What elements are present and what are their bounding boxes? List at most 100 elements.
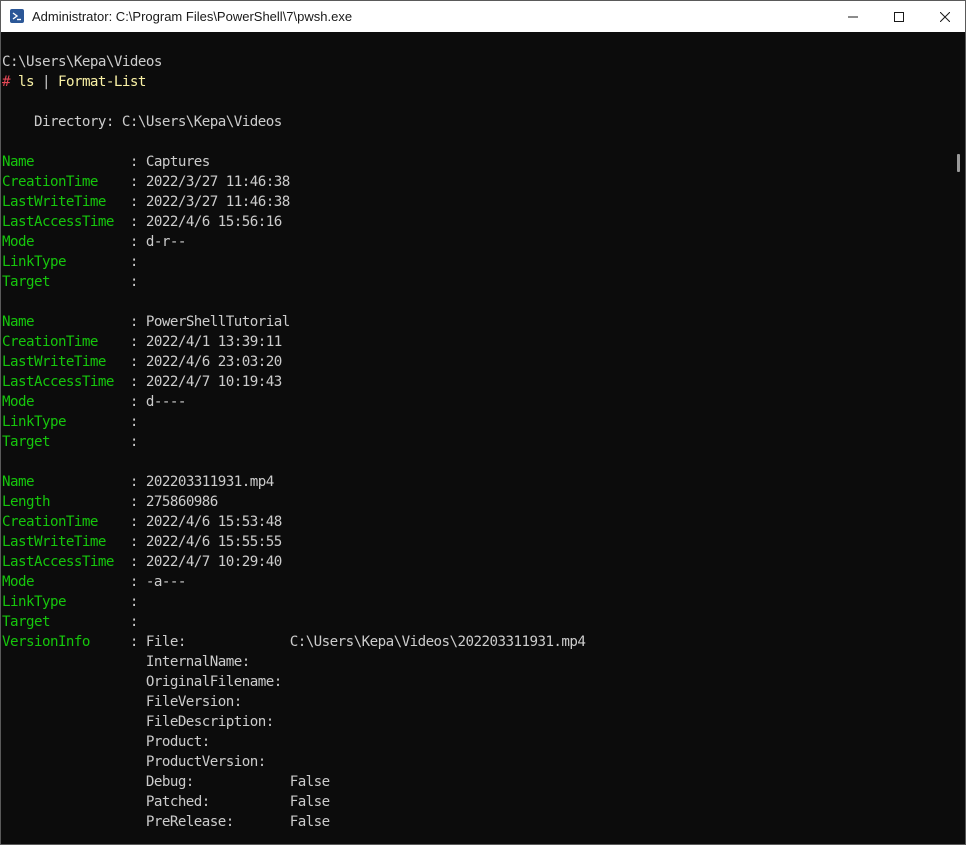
version-info-line: ProductVersion:: [2, 754, 266, 770]
property-separator: :: [121, 434, 146, 450]
terminal-line: LastAccessTime : 2022/4/7 10:29:40: [2, 552, 282, 572]
property-value: 2022/4/6 15:55:55: [145, 534, 282, 550]
property-key: LastAccessTime: [2, 554, 122, 570]
property-value: 2022/4/1 13:39:11: [145, 334, 282, 350]
version-info-line: File: C:\Users\Kepa\Videos\202203311931.…: [145, 634, 586, 650]
version-info-line: FileDescription:: [2, 714, 274, 730]
title-bar[interactable]: Administrator: C:\Program Files\PowerShe…: [1, 1, 965, 32]
terminal-line: Mode : -a---: [2, 572, 186, 592]
property-separator: :: [121, 414, 146, 430]
close-icon: [940, 11, 950, 22]
property-key: Name: [2, 154, 122, 170]
property-separator: :: [121, 354, 146, 370]
property-separator: :: [121, 314, 146, 330]
terminal-line: Name : PowerShellTutorial: [2, 312, 290, 332]
maximize-button[interactable]: [876, 1, 922, 32]
property-key: LinkType: [2, 594, 122, 610]
property-value: Captures: [145, 154, 210, 170]
version-info-line: Patched: False: [2, 794, 330, 810]
terminal-line: Name : Captures: [2, 152, 210, 172]
property-key: Target: [2, 274, 122, 290]
property-separator: :: [121, 574, 146, 590]
version-info-line: Debug: False: [2, 774, 330, 790]
terminal-line: FileDescription:: [2, 712, 274, 732]
terminal-line: InternalName:: [2, 652, 250, 672]
property-key: CreationTime: [2, 514, 122, 530]
scrollbar-thumb[interactable]: [957, 154, 960, 172]
property-value: 2022/4/6 15:53:48: [145, 514, 282, 530]
vertical-scrollbar[interactable]: [953, 32, 965, 844]
property-separator: :: [121, 634, 146, 650]
property-key: LastWriteTime: [2, 354, 122, 370]
terminal-line: C:\Users\Kepa\Videos: [2, 52, 162, 72]
property-separator: :: [121, 594, 146, 610]
terminal-line: LastAccessTime : 2022/4/6 15:56:16: [2, 212, 282, 232]
property-value: 2022/4/6 15:56:16: [145, 214, 282, 230]
minimize-button[interactable]: [830, 1, 876, 32]
terminal-line: PreRelease: False: [2, 812, 330, 832]
property-separator: :: [121, 254, 146, 270]
property-key: LinkType: [2, 254, 122, 270]
property-key: CreationTime: [2, 174, 122, 190]
property-key: LinkType: [2, 414, 122, 430]
version-info-line: FileVersion:: [2, 694, 242, 710]
property-separator: :: [121, 214, 146, 230]
property-separator: :: [121, 274, 146, 290]
maximize-icon: [894, 11, 904, 22]
property-key: Mode: [2, 234, 122, 250]
prompt-path: C:\Users\Kepa\Videos: [2, 54, 162, 70]
property-key: Mode: [2, 574, 122, 590]
property-key: LastAccessTime: [2, 214, 122, 230]
terminal-line: Patched: False: [2, 792, 330, 812]
terminal-line: Product:: [2, 732, 211, 752]
property-separator: :: [121, 534, 146, 550]
prompt-symbol: #: [2, 74, 11, 90]
property-key: LastWriteTime: [2, 194, 122, 210]
terminal-line: LinkType :: [2, 592, 146, 612]
terminal-line: LastAccessTime : 2022/4/7 10:19:43: [2, 372, 282, 392]
pipe-operator: |: [33, 74, 58, 90]
property-key: CreationTime: [2, 334, 122, 350]
terminal-line: LastWriteTime : 2022/3/27 11:46:38: [2, 192, 290, 212]
property-separator: :: [121, 234, 146, 250]
directory-header: Directory: C:\Users\Kepa\Videos: [2, 114, 282, 130]
property-separator: :: [121, 374, 146, 390]
terminal-line: OriginalFilename:: [2, 672, 282, 692]
property-separator: :: [121, 614, 146, 630]
terminal-line: LastWriteTime : 2022/4/6 23:03:20: [2, 352, 282, 372]
terminal-line: Length : 275860986: [2, 492, 218, 512]
window-title: Administrator: C:\Program Files\PowerShe…: [32, 9, 353, 24]
property-key: Name: [2, 474, 122, 490]
property-separator: :: [121, 334, 146, 350]
minimize-icon: [848, 16, 858, 17]
property-separator: :: [121, 394, 146, 410]
terminal-line: CreationTime : 2022/3/27 11:46:38: [2, 172, 290, 192]
terminal-line: FileVersion:: [2, 692, 242, 712]
terminal-line: LinkType :: [2, 412, 146, 432]
property-separator: :: [121, 474, 146, 490]
terminal-line: LastWriteTime : 2022/4/6 15:55:55: [2, 532, 282, 552]
property-separator: :: [121, 194, 146, 210]
terminal-line: Mode : d-r--: [2, 232, 186, 252]
property-value: d----: [145, 394, 187, 410]
terminal-line: Mode : d----: [2, 392, 186, 412]
property-value: 2022/3/27 11:46:38: [145, 174, 290, 190]
command-name: Format-List: [57, 74, 146, 90]
powershell-icon: [10, 9, 24, 23]
property-key: VersionInfo: [2, 634, 122, 650]
property-key: Target: [2, 434, 122, 450]
close-button[interactable]: [922, 1, 966, 32]
property-key: Target: [2, 614, 122, 630]
property-separator: :: [121, 174, 146, 190]
property-value: 2022/4/7 10:29:40: [145, 554, 282, 570]
property-value: 275860986: [145, 494, 218, 510]
command-name: ls: [18, 74, 35, 90]
terminal-line: VersionInfo : File: C:\Users\Kepa\Videos…: [2, 632, 586, 652]
version-info-line: InternalName:: [2, 654, 250, 670]
property-value: 2022/3/27 11:46:38: [145, 194, 290, 210]
property-value: 2022/4/7 10:19:43: [145, 374, 282, 390]
property-separator: :: [121, 494, 146, 510]
property-value: PowerShellTutorial: [145, 314, 290, 330]
terminal-output[interactable]: C:\Users\Kepa\Videos # ls | Format-List D…: [1, 32, 953, 844]
